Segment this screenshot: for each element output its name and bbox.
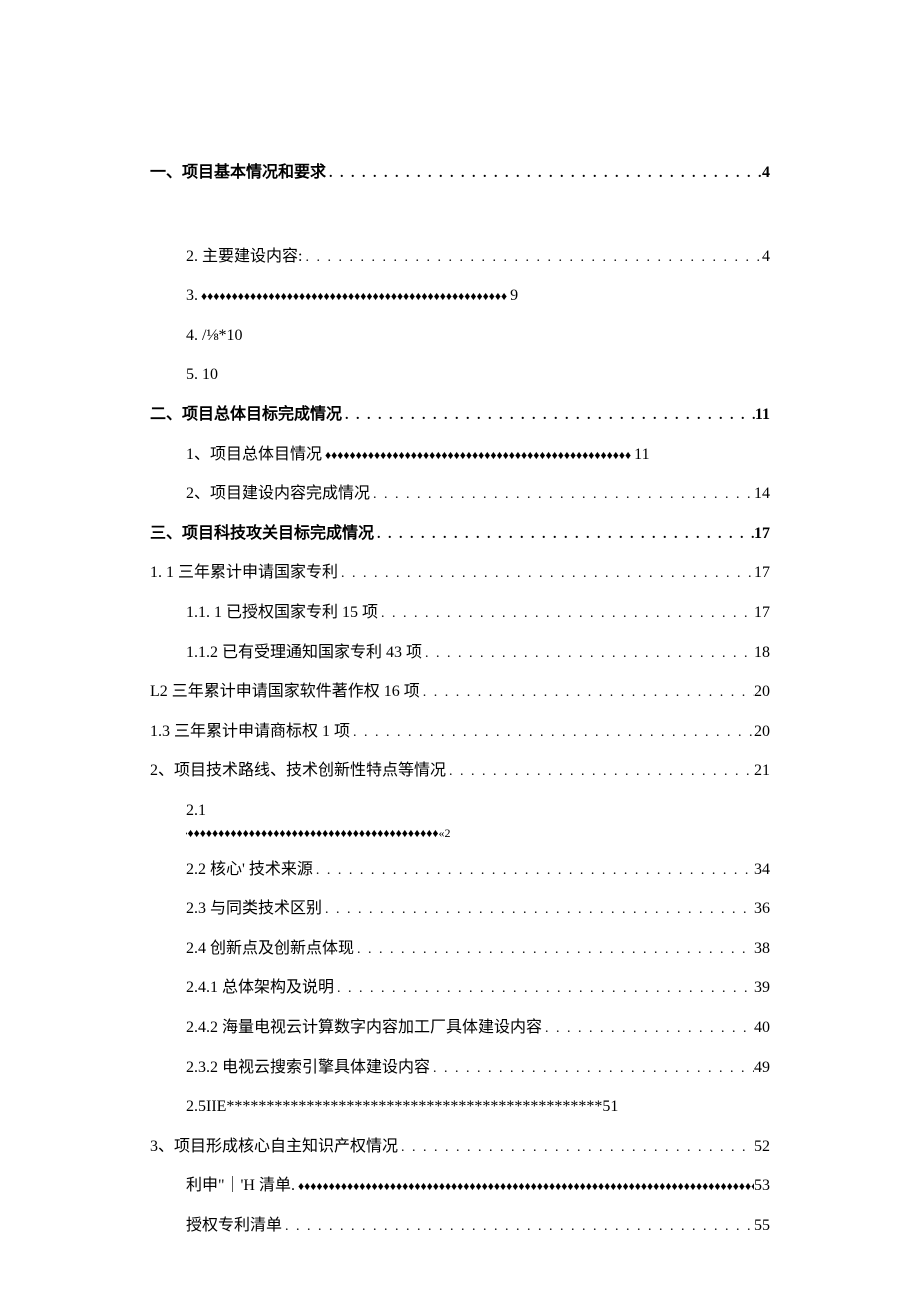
toc-entry-page: 39 [754,975,770,1001]
toc-entry-leader: ♦♦♦♦♦♦♦♦♦♦♦♦♦♦♦♦♦♦♦♦♦♦♦♦♦♦♦♦♦♦♦♦♦♦♦♦♦♦♦♦… [295,1177,754,1196]
toc-entry-leader: . . . . . . . . . . . . . . . . . . . . … [542,1018,754,1040]
toc-entry-leader: . . . . . . . . . . . . . . . . . . . . … [420,682,754,704]
toc-entry: 3. ♦♦♦♦♦♦♦♦♦♦♦♦♦♦♦♦♦♦♦♦♦♦♦♦♦♦♦♦♦♦♦♦♦♦♦♦♦… [150,283,770,309]
toc-entry-text: 授权专利清单 [186,1213,282,1239]
toc-entry: 1、项目总体目情况♦♦♦♦♦♦♦♦♦♦♦♦♦♦♦♦♦♦♦♦♦♦♦♦♦♦♦♦♦♦♦… [150,442,770,468]
toc-entry-page: 11 [634,442,649,468]
toc-entry-text: 利申"｜'H 清单. [186,1173,295,1199]
toc-entry: 2.4.1 总体架构及说明. . . . . . . . . . . . . .… [150,975,770,1001]
toc-entry: 1.1. 1 已授权国家专利 15 项. . . . . . . . . . .… [150,600,770,626]
toc-entry-page: 4 [762,160,770,186]
toc-entry: 利申"｜'H 清单.♦♦♦♦♦♦♦♦♦♦♦♦♦♦♦♦♦♦♦♦♦♦♦♦♦♦♦♦♦♦… [150,1173,770,1199]
toc-entry-leader: . . . . . . . . . . . . . . . . . . . . … [302,247,762,269]
toc-entry-page: 55 [754,1213,770,1239]
toc-entry-leader: ♦♦♦♦♦♦♦♦♦♦♦♦♦♦♦♦♦♦♦♦♦♦♦♦♦♦♦♦♦♦♦♦♦♦♦♦♦♦♦♦… [198,287,510,306]
toc-entry-leader: . . . . . . . . . . . . . . . . . . . . … [338,563,754,585]
toc-entry-leader: . . . . . . . . . . . . . . . . . . . . … [313,860,754,882]
toc-entry-text: 1. 1 三年累计申请国家专利 [150,560,338,586]
toc-entry-text: 2.3.2 电视云搜索引擎具体建设内容 [186,1055,430,1081]
toc-entry-leader: . . . . . . . . . . . . . . . . . . . . … [350,722,754,744]
toc-entry-text: 一、项目基本情况和要求 [150,160,326,186]
toc-entry: 1. 1 三年累计申请国家专利. . . . . . . . . . . . .… [150,560,770,586]
toc-entry-leader: 1♦♦♦♦♦♦♦♦♦♦♦♦♦♦♦♦♦♦♦♦♦♦♦♦♦♦♦♦♦♦♦♦♦♦♦♦♦♦♦… [186,824,770,843]
toc-entry-text: 2.5IIE**********************************… [186,1094,618,1120]
toc-entry-text: 2、项目建设内容完成情况 [186,481,370,507]
toc-entry-text: 1、项目总体目情况 [186,442,322,468]
toc-entry-leader: . . . . . . . . . . . . . . . . . . . . … [326,163,762,185]
toc-entry-leader: . . . . . . . . . . . . . . . . . . . . … [334,978,754,1000]
toc-entry-page: 20 [754,719,770,745]
toc-entry-leader: . . . . . . . . . . . . . . . . . . . . … [282,1216,754,1238]
toc-entry: 一、项目基本情况和要求. . . . . . . . . . . . . . .… [150,160,770,186]
toc-entry-number: 2.1 [186,802,206,819]
toc-entry: 5. 10 [150,362,770,388]
toc-entry-leader: . . . . . . . . . . . . . . . . . . . . … [342,405,755,427]
toc-entry-page: 53 [754,1173,770,1199]
toc-entry-page: 34 [754,857,770,883]
toc-entry-page: 4 [762,244,770,270]
toc-entry-page: 17 [754,600,770,626]
toc-entry-text: 2、项目技术路线、技术创新性特点等情况 [150,758,446,784]
toc-entry-page: 17 [754,521,770,547]
toc-entry-leader: . . . . . . . . . . . . . . . . . . . . … [370,484,754,506]
toc-entry-page: 11 [755,402,770,428]
toc-entry-page: 38 [754,936,770,962]
toc-entry: 2、项目技术路线、技术创新性特点等情况. . . . . . . . . . .… [150,758,770,784]
toc-entry: 2.4.2 海量电视云计算数字内容加工厂具体建设内容. . . . . . . … [150,1015,770,1041]
toc-entry: 1.1.2 已有受理通知国家专利 43 项. . . . . . . . . .… [150,640,770,666]
toc-entry: L2 三年累计申请国家软件著作权 16 项. . . . . . . . . .… [150,679,770,705]
toc-entry-leader: . . . . . . . . . . . . . . . . . . . . … [430,1058,754,1080]
toc-entry-leader: . . . . . . . . . . . . . . . . . . . . … [446,761,754,783]
toc-entry-text: L2 三年累计申请国家软件著作权 16 项 [150,679,420,705]
toc-entry: 授权专利清单. . . . . . . . . . . . . . . . . … [150,1213,770,1239]
toc-entry-wrapped: 2.1 1♦♦♦♦♦♦♦♦♦♦♦♦♦♦♦♦♦♦♦♦♦♦♦♦♦♦♦♦♦♦♦♦♦♦♦♦… [150,798,770,843]
toc-entry-text: 1.3 三年累计申请商标权 1 项 [150,719,350,745]
toc-entry-text: 二、项目总体目标完成情况 [150,402,342,428]
toc-entry: 2、项目建设内容完成情况. . . . . . . . . . . . . . … [150,481,770,507]
toc-entry: 3、项目形成核心自主知识产权情况. . . . . . . . . . . . … [150,1134,770,1160]
toc-entry-text: 2. 主要建设内容: [186,244,302,270]
toc-entry: 二、项目总体目标完成情况. . . . . . . . . . . . . . … [150,402,770,428]
toc-entry-page: 9 [510,283,518,309]
toc-entry-text: 1.1. 1 已授权国家专利 15 项 [186,600,378,626]
toc-entry-text: 5. 10 [186,362,218,388]
toc-entry-text: 4. /⅛*10 [186,323,242,349]
toc-entry-text: 2.4.2 海量电视云计算数字内容加工厂具体建设内容 [186,1015,542,1041]
toc-entry: 2.4 创新点及创新点体现. . . . . . . . . . . . . .… [150,936,770,962]
toc-entry-text: 1.1.2 已有受理通知国家专利 43 项 [186,640,422,666]
toc-entry-text: 2.4.1 总体架构及说明 [186,975,334,1001]
toc-entry-page: 36 [754,896,770,922]
toc-entry-page: 40 [754,1015,770,1041]
toc-entry-leader: ♦♦♦♦♦♦♦♦♦♦♦♦♦♦♦♦♦♦♦♦♦♦♦♦♦♦♦♦♦♦♦♦♦♦♦♦♦♦♦♦… [322,446,634,465]
toc-entry: 2.3 与同类技术区别. . . . . . . . . . . . . . .… [150,896,770,922]
toc-entry-text: 2.2 核心' 技术来源 [186,857,313,883]
toc-entry: 2.2 核心' 技术来源. . . . . . . . . . . . . . … [150,857,770,883]
toc-entry-page: 17 [754,560,770,586]
toc-entry-leader: . . . . . . . . . . . . . . . . . . . . … [378,603,754,625]
toc-entry: 1.3 三年累计申请商标权 1 项. . . . . . . . . . . .… [150,719,770,745]
toc-entry: 2.3.2 电视云搜索引擎具体建设内容. . . . . . . . . . .… [150,1055,770,1081]
toc-entry: 4. /⅛*10 [150,323,770,349]
toc-entry-page: 18 [754,640,770,666]
toc-entry: 2. 主要建设内容:. . . . . . . . . . . . . . . … [150,244,770,270]
toc-entry-leader: . . . . . . . . . . . . . . . . . . . . … [322,899,754,921]
table-of-contents: 一、项目基本情况和要求. . . . . . . . . . . . . . .… [150,160,770,1239]
toc-entry-page: 21 [754,758,770,784]
toc-entry-leader: . . . . . . . . . . . . . . . . . . . . … [422,643,754,665]
toc-entry-leader: . . . . . . . . . . . . . . . . . . . . … [398,1137,754,1159]
toc-entry-leader: . . . . . . . . . . . . . . . . . . . . … [374,524,754,546]
toc-entry-page: 49 [754,1055,770,1081]
toc-entry-page: 20 [754,679,770,705]
toc-entry: 三、项目科技攻关目标完成情况. . . . . . . . . . . . . … [150,521,770,547]
toc-entry: 2.5IIE**********************************… [150,1094,770,1120]
toc-entry-text: 3、项目形成核心自主知识产权情况 [150,1134,398,1160]
toc-entry-text: 3. [186,283,198,309]
toc-entry-leader: . . . . . . . . . . . . . . . . . . . . … [354,939,754,961]
toc-entry-page: 14 [754,481,770,507]
toc-entry-text: 2.4 创新点及创新点体现 [186,936,354,962]
toc-entry-page: 52 [754,1134,770,1160]
toc-entry-text: 三、项目科技攻关目标完成情况 [150,521,374,547]
toc-entry-text: 2.3 与同类技术区别 [186,896,322,922]
